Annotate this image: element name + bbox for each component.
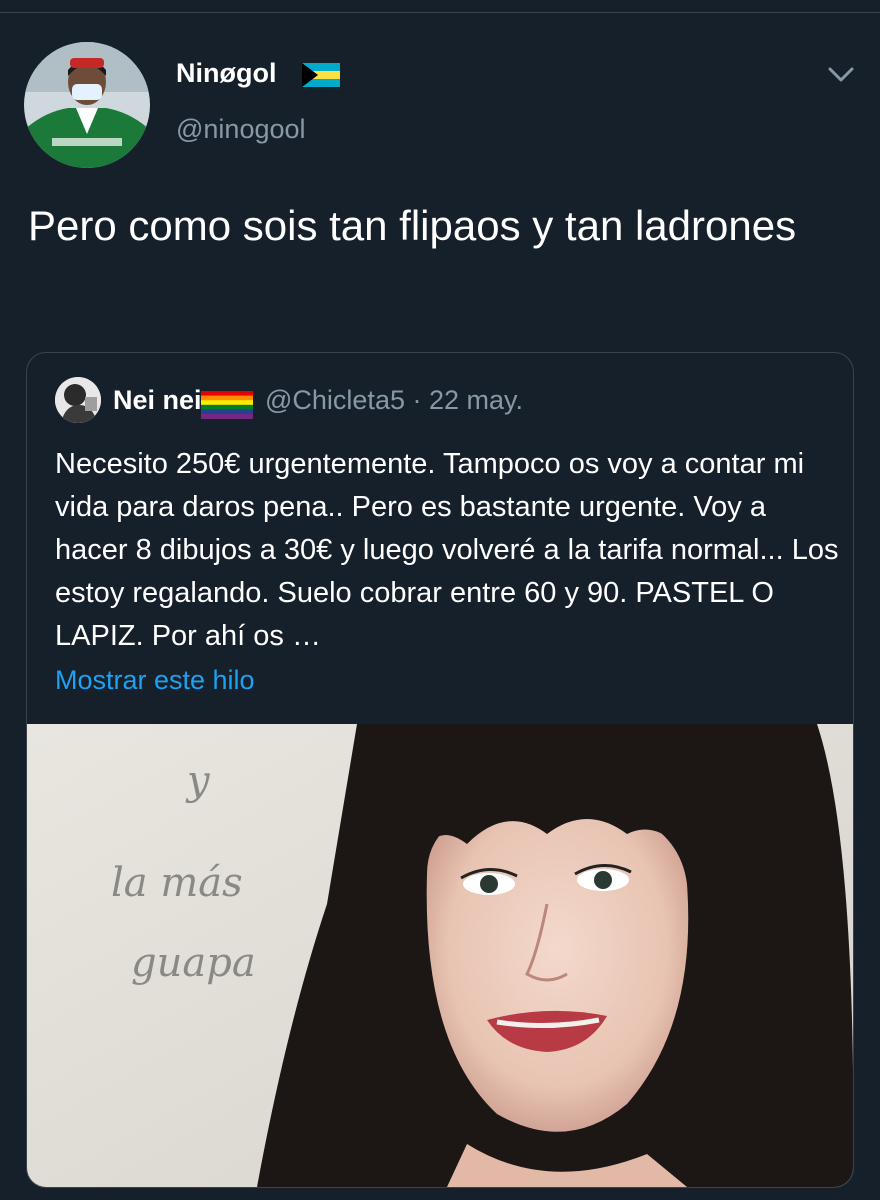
quoted-tweet-meta: @Chicleta5 · 22 may. — [265, 385, 523, 416]
quoted-tweet-card[interactable]: Nei nei @Chicleta5 · 22 may. Necesito 25… — [26, 352, 854, 1188]
bahamas-flag-icon — [302, 63, 340, 87]
author-avatar[interactable] — [24, 42, 150, 168]
chevron-down-icon[interactable] — [826, 64, 856, 86]
meta-separator: · — [412, 385, 422, 415]
quoted-tweet-image[interactable]: y la más guapa — [27, 724, 853, 1187]
quoted-author-name: Nei nei — [113, 385, 202, 415]
show-thread-link[interactable]: Mostrar este hilo — [55, 665, 255, 696]
quoted-author-avatar — [55, 377, 101, 423]
quoted-tweet-date: 22 may. — [429, 385, 524, 415]
author-handle[interactable]: @ninogool — [176, 114, 306, 145]
rainbow-flag-icon — [201, 391, 253, 419]
quoted-tweet-text: Necesito 250€ urgentemente. Tampoco os v… — [55, 448, 839, 652]
handwritten-text-1: y — [185, 758, 211, 804]
handwritten-text-3: guapa — [131, 940, 256, 986]
tweet-text: Pero como sois tan flipaos y tan ladrone… — [28, 202, 797, 249]
top-divider — [0, 12, 880, 13]
handwritten-text-2: la más — [111, 860, 243, 906]
tweet-detail-view: Ninøgol @ninogool Pero como sois tan fli… — [0, 0, 880, 1200]
quoted-author-handle: @Chicleta5 — [265, 385, 405, 415]
author-name[interactable]: Ninøgol — [176, 58, 276, 89]
